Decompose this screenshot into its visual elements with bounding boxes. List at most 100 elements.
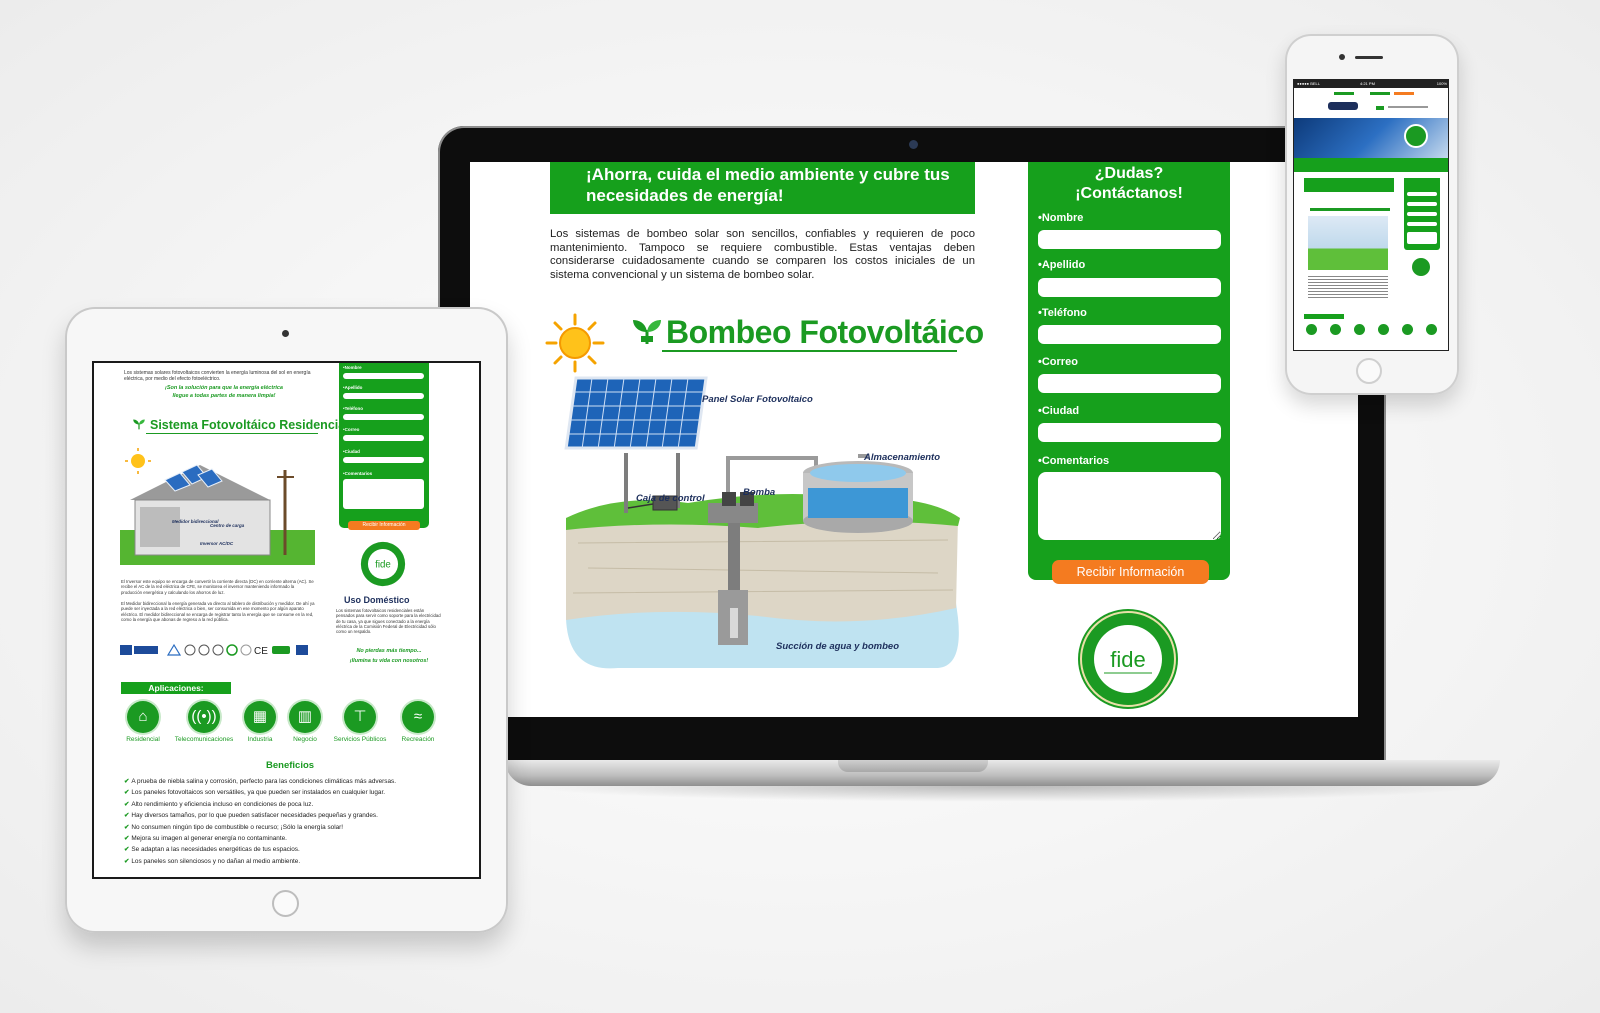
tablet-label-telefono: •Teléfono xyxy=(343,406,363,411)
phone-home-button[interactable] xyxy=(1356,358,1382,384)
tablet-correo-field[interactable] xyxy=(343,435,424,441)
phone-app-icons xyxy=(1304,324,1444,336)
cta-line-1: No pierdas más tiempo... xyxy=(356,648,422,654)
site-logo xyxy=(1328,102,1358,110)
check-icon: ✔ xyxy=(124,857,130,865)
check-icon: ✔ xyxy=(124,800,130,808)
list-item: ✔ No consumen ningún tipo de combustible … xyxy=(124,823,344,831)
tablet-label-comentarios: •Comentarios xyxy=(343,471,373,476)
label-comentarios: •Comentarios xyxy=(1038,455,1110,467)
nav-pill xyxy=(1370,92,1390,95)
phone-field xyxy=(1407,232,1437,244)
intro-paragraph: Los sistemas de bombeo solar son sencill… xyxy=(550,228,975,281)
label-nombre: •Nombre xyxy=(1038,212,1084,224)
apellido-field[interactable] xyxy=(1038,278,1221,297)
correo-field[interactable] xyxy=(1038,374,1221,393)
phone-camera xyxy=(1339,54,1345,60)
tablet-apellido-field[interactable] xyxy=(343,393,424,399)
certification-logos: CE xyxy=(120,643,320,657)
benefits-title: Beneficios xyxy=(266,760,315,771)
ciudad-field[interactable] xyxy=(1038,423,1221,442)
check-icon: ✔ xyxy=(124,823,130,831)
label-solar-panel: Panel Solar Fotovoltaico xyxy=(702,394,813,405)
laptop-screen: ¡Ahorra, cuida el medio ambiente y cubre… xyxy=(470,162,1358,717)
solar-pump-illustration xyxy=(564,376,960,669)
tablet-intro: Los sistemas solares fotovoltaicos convi… xyxy=(124,370,311,382)
tablet-contact-form: •Nombre •Apellido •Teléfono •Correo •Ciu… xyxy=(339,363,429,528)
laptop-base xyxy=(505,760,1500,786)
fide-seal-logo xyxy=(1412,258,1430,276)
uso-domestico-text: Los sistemas fotovoltaicos residenciales… xyxy=(336,608,441,635)
tablet-tagline-1: ¡Son la solución para que la energía elé… xyxy=(165,385,283,391)
phone-status-bar: ●●●●● BELL 4:21 PM 100% xyxy=(1294,80,1448,88)
submit-info-button[interactable]: Recibir Información xyxy=(1052,560,1209,584)
tablet-nombre-field[interactable] xyxy=(343,373,424,379)
tablet-label-correo: •Correo xyxy=(343,427,360,432)
tablet-comentarios-field[interactable] xyxy=(343,479,424,509)
comentarios-field[interactable] xyxy=(1038,472,1221,540)
tablet-ciudad-field[interactable] xyxy=(343,457,424,463)
phone-text-block xyxy=(1308,276,1388,298)
tablet-camera xyxy=(282,330,289,337)
phone-hero-banner xyxy=(1294,118,1448,158)
nav-pill xyxy=(1394,92,1414,95)
form-title-line1: ¿Dudas? xyxy=(1094,165,1164,182)
list-item: ✔ Alto rendimiento y eficiencia incluso e… xyxy=(124,800,314,808)
tablet-heading: Sistema Fotovoltáico Residencial xyxy=(150,418,349,432)
streetlight-icon xyxy=(1402,324,1413,335)
phone-site-header xyxy=(1294,88,1448,118)
building-icon: ▥ xyxy=(289,701,321,733)
label-ciudad: •Ciudad xyxy=(1038,405,1080,417)
tablet-label-nombre: •Nombre xyxy=(343,365,362,370)
sun-icon xyxy=(545,313,605,373)
label-suction: Succión de agua y bombeo xyxy=(776,641,899,652)
tablet-home-button[interactable] xyxy=(272,890,299,917)
list-item: ✔ Se adaptan a las necesidades energética… xyxy=(124,846,300,854)
status-carrier: ●●●●● BELL xyxy=(1297,81,1320,86)
device-mockup-stage: ¡Ahorra, cuida el medio ambiente y cubre… xyxy=(0,0,1600,1013)
label-telefono: •Teléfono xyxy=(1038,307,1087,319)
app-residencial[interactable]: ⌂ Residencial xyxy=(113,701,173,743)
menu-item xyxy=(1388,106,1428,108)
list-item: ✔ A prueba de niebla salina y corrosión, … xyxy=(124,778,396,785)
phone-field xyxy=(1407,212,1437,216)
fide-seal-text: fide xyxy=(1110,647,1145,672)
tablet-telefono-field[interactable] xyxy=(343,414,424,420)
applications-title: Aplicaciones: xyxy=(121,682,231,694)
tablet-submit-button[interactable]: Recibir Información xyxy=(348,521,420,530)
benefits-list: ✔ A prueba de niebla salina y corrosión, … xyxy=(124,776,464,867)
tablet-heading-underline xyxy=(146,433,318,434)
uso-domestico-title: Uso Doméstico xyxy=(344,595,410,605)
list-item: ✔ Mejora su imagen al generar energía no … xyxy=(124,835,287,843)
factory-icon xyxy=(1354,324,1365,335)
check-icon: ✔ xyxy=(124,789,130,797)
phone-apps-bar xyxy=(1304,314,1344,319)
swimmer-icon: ≈ xyxy=(402,701,434,733)
cta-line-2: ¡Ilumina tu vida con nosotros! xyxy=(349,658,429,664)
app-recreacion[interactable]: ≈ Recreación xyxy=(388,701,448,743)
factory-icon: ▦ xyxy=(244,701,276,733)
phone-field xyxy=(1407,202,1437,206)
label-inversor: Inversor AC/DC xyxy=(200,541,234,546)
house-icon xyxy=(1306,324,1317,335)
phone-speaker xyxy=(1355,56,1383,59)
nombre-field[interactable] xyxy=(1038,230,1221,249)
streetlight-icon: ⊤ xyxy=(344,701,376,733)
menu-item xyxy=(1376,106,1384,110)
plug-leaf-icon xyxy=(133,419,145,430)
app-servicios-publicos[interactable]: ⊤ Servicios Públicos xyxy=(325,701,395,743)
phone-heading-line xyxy=(1310,208,1390,211)
label-storage: Almacenamiento xyxy=(864,452,941,463)
list-item: ✔ Los paneles fotovoltaicos son versátile… xyxy=(124,789,386,797)
tablet-tagline-2: llegue a todas partes de manera limpia! xyxy=(172,393,276,399)
heading-underline xyxy=(662,350,957,352)
contact-form: ¿Dudas? ¡Contáctanos! •Nombre •Apellido … xyxy=(1028,162,1230,580)
label-centro: Centro de carga xyxy=(210,523,245,528)
telefono-field[interactable] xyxy=(1038,325,1221,344)
tablet-screen: Los sistemas solares fotovoltaicos convi… xyxy=(92,361,481,879)
svg-text:CE: CE xyxy=(254,646,268,657)
label-control-box: Caja de control xyxy=(636,493,705,504)
house-solar-diagram xyxy=(120,448,315,565)
hero-badge xyxy=(1404,124,1428,148)
antenna-icon xyxy=(1330,324,1341,335)
